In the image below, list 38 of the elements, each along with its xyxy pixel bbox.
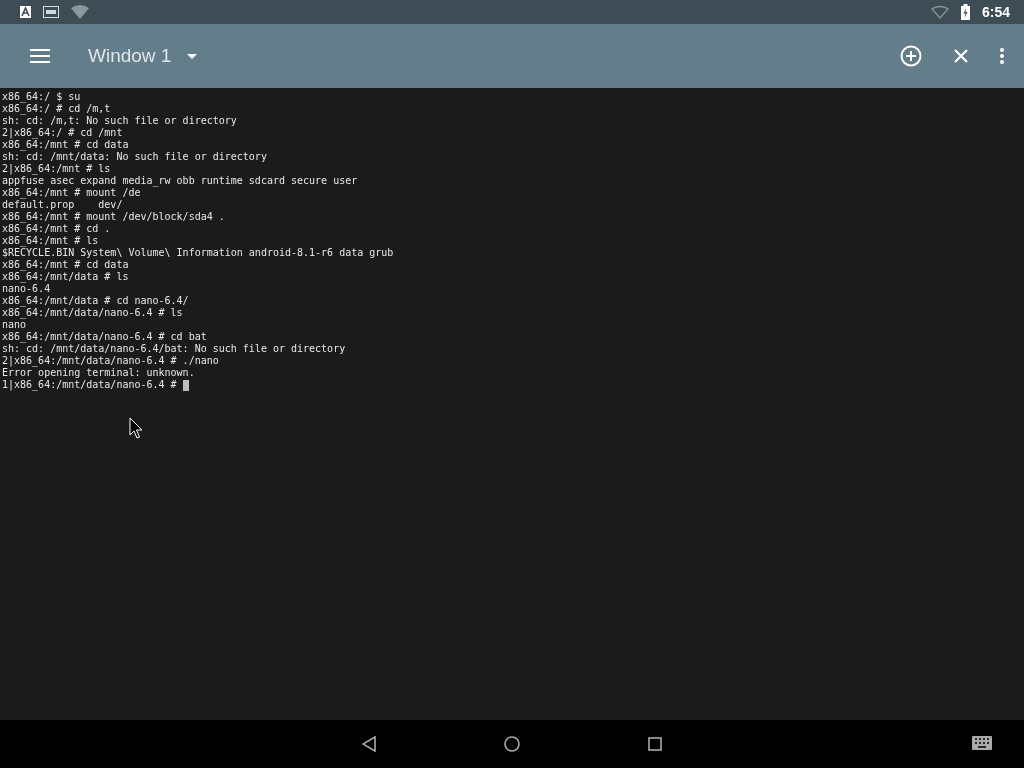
terminal-line: x86_64:/mnt/data # cd nano-6.4/ xyxy=(2,295,189,307)
terminal-line: sh: cd: /m,t: No such file or directory xyxy=(2,115,237,127)
terminal-line: sh: cd: /mnt/data: No such file or directory xyxy=(2,151,267,163)
terminal-line: nano xyxy=(2,319,27,331)
terminal-line: x86_64:/mnt/data/nano-6.4 # cd bat xyxy=(2,331,207,343)
terminal-line: 2|x86_64:/mnt/data/nano-6.4 # ./nano xyxy=(2,355,219,367)
home-icon[interactable] xyxy=(504,736,520,752)
window-title[interactable]: Window 1 xyxy=(88,45,172,67)
terminal-line: $RECYCLE.BIN System\ Volume\ Information android-8.1-r6 data grub xyxy=(2,247,394,259)
pointer-icon xyxy=(129,417,143,439)
terminal-line: Error opening terminal: unknown. xyxy=(2,367,195,379)
terminal-line: x86_64:/mnt # ls xyxy=(2,235,99,247)
terminal-line: sh: cd: /mnt/data/nano-6.4/bat: No such file or directory xyxy=(2,343,346,355)
terminal-line: x86_64:/mnt # mount /dev/block/sda4 . xyxy=(2,211,225,223)
battery-icon xyxy=(960,4,970,20)
back-icon[interactable] xyxy=(362,736,376,752)
screen-icon xyxy=(43,6,59,18)
terminal-line: 2|x86_64:/mnt # ls xyxy=(2,163,111,175)
terminal-line: x86_64:/mnt # mount /de xyxy=(2,187,141,199)
terminal-line: nano-6.4 xyxy=(2,283,51,295)
terminal-line: x86_64:/ $ su xyxy=(2,91,81,103)
recents-icon[interactable] xyxy=(648,737,662,751)
terminal-line: x86_64:/mnt # cd data xyxy=(2,139,129,151)
keyboard-icon[interactable] xyxy=(972,736,992,750)
terminal-line: 1|x86_64:/mnt/data/nano-6.4 # xyxy=(2,379,178,391)
terminal-line: x86_64:/mnt # cd . xyxy=(2,223,111,235)
terminal-line: 2|x86_64:/ # cd /mnt xyxy=(2,127,123,139)
wifi-icon xyxy=(930,5,949,19)
font-icon xyxy=(20,6,31,18)
terminal-line: appfuse asec expand media_rw obb runtime sdcard secure user xyxy=(2,175,358,187)
clock-time: 6:54 xyxy=(981,4,1010,20)
terminal-line: default.prop dev/ xyxy=(2,199,123,211)
terminal-line: x86_64:/mnt # cd data xyxy=(2,259,129,271)
terminal-line: x86_64:/mnt/data # ls xyxy=(2,271,129,283)
terminal-line: x86_64:/mnt/data/nano-6.4 # ls xyxy=(2,307,183,319)
terminal-line: x86_64:/ # cd /m,t xyxy=(2,103,111,115)
text-cursor xyxy=(182,379,189,391)
wifi-icon xyxy=(71,5,89,19)
